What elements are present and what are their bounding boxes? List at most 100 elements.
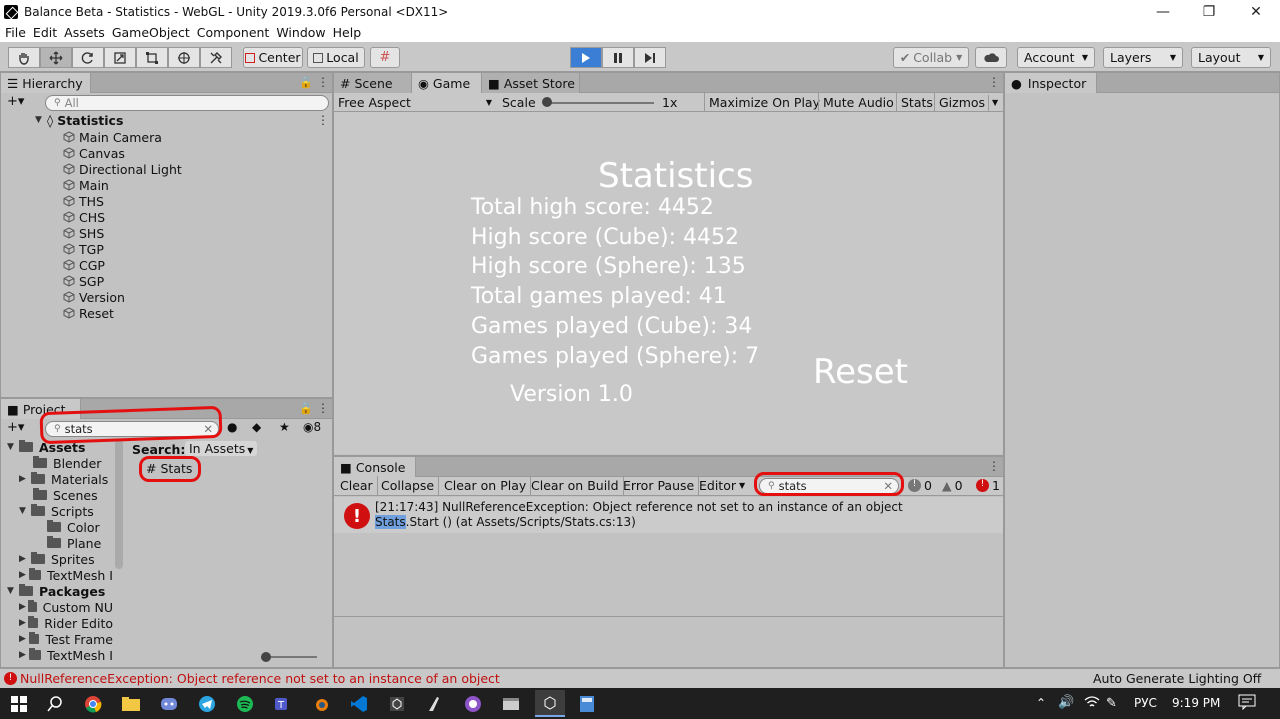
layout-dropdown[interactable]: Layout ▼: [1191, 47, 1271, 68]
hierarchy-item[interactable]: TGP: [63, 241, 104, 257]
hierarchy-item[interactable]: Main Camera: [63, 129, 162, 145]
maximize-on-play-toggle[interactable]: Maximize On Play: [704, 93, 824, 112]
warning-count-toggle[interactable]: ▲ 0: [942, 478, 963, 493]
wifi-icon[interactable]: [1084, 695, 1100, 709]
clock[interactable]: 9:19 PM: [1172, 696, 1220, 710]
lock-icon[interactable]: 🔒: [299, 402, 313, 415]
log-count-toggle[interactable]: ! 0: [908, 478, 932, 493]
notification-icon[interactable]: [1238, 694, 1256, 710]
hierarchy-item[interactable]: SHS: [63, 225, 104, 241]
gizmos-dropdown-icon[interactable]: ▼: [988, 95, 998, 112]
tab-game[interactable]: ◉ Game: [412, 73, 482, 93]
menu-edit[interactable]: Edit: [33, 25, 57, 40]
hierarchy-item[interactable]: Version: [63, 289, 125, 305]
scale-tool-icon[interactable]: [104, 47, 136, 68]
tree-scrollbar[interactable]: [115, 439, 123, 569]
reset-button[interactable]: Reset: [813, 352, 908, 392]
project-tree-item[interactable]: ▶ TextMesh I: [19, 647, 113, 663]
account-dropdown[interactable]: Account ▼: [1017, 47, 1095, 68]
chrome-icon[interactable]: [82, 693, 104, 715]
tab-inspector[interactable]: ● Inspector: [1005, 73, 1097, 93]
tab-scene[interactable]: # Scene: [334, 73, 412, 93]
hand-tool-icon[interactable]: [8, 47, 40, 68]
pause-button[interactable]: [602, 47, 634, 68]
hierarchy-item[interactable]: Main: [63, 177, 109, 193]
maximize-button[interactable]: ❐: [1186, 0, 1232, 23]
game-view[interactable]: Statistics Total high score: 4452 High sc…: [334, 112, 1003, 454]
pen-icon[interactable]: ✎: [1106, 696, 1117, 711]
console-clear-button[interactable]: Clear: [336, 476, 378, 495]
scene-root[interactable]: ▼ ◊ Statistics: [35, 112, 123, 128]
hierarchy-item[interactable]: Canvas: [63, 145, 125, 161]
custom-tool-icon[interactable]: [200, 47, 232, 68]
search-by-type-icon[interactable]: ●: [227, 420, 237, 434]
scene-more-icon[interactable]: ⋮: [317, 113, 329, 127]
pivot-center-button[interactable]: Center: [243, 47, 303, 68]
telegram-icon[interactable]: [196, 693, 218, 715]
project-tree-item[interactable]: ▶ Test Frame: [19, 631, 113, 647]
transform-tool-icon[interactable]: [168, 47, 200, 68]
menu-help[interactable]: Help: [333, 25, 362, 40]
create-button[interactable]: +▾: [7, 420, 24, 435]
collab-button[interactable]: ✔ Collab ▼: [893, 47, 969, 68]
obs-icon[interactable]: [462, 693, 484, 715]
menu-gameobject[interactable]: GameObject: [112, 25, 190, 40]
window-icon[interactable]: [500, 693, 522, 715]
tab-hierarchy[interactable]: ☰ Hierarchy: [1, 73, 91, 93]
move-tool-icon[interactable]: [40, 47, 72, 68]
step-button[interactable]: [634, 47, 666, 68]
aspect-dropdown[interactable]: Free Aspect ▼: [338, 95, 492, 110]
tab-asset-store[interactable]: ■ Asset Store: [482, 73, 580, 93]
more-menu-icon[interactable]: ⋮: [317, 75, 329, 89]
windows-start-icon[interactable]: [8, 693, 30, 715]
layers-dropdown[interactable]: Layers ▼: [1103, 47, 1183, 68]
project-tree-item[interactable]: Scenes: [33, 487, 113, 503]
error-count-toggle[interactable]: ! 1: [976, 478, 1000, 493]
favorite-star-icon[interactable]: ★: [279, 420, 290, 434]
search-result-stats[interactable]: # Stats: [146, 461, 192, 476]
project-tree-item[interactable]: Blender: [33, 455, 113, 471]
menu-window[interactable]: Window: [276, 25, 325, 40]
stats-toggle[interactable]: Stats: [896, 93, 937, 112]
console-search-input[interactable]: ⚲ stats ✕: [759, 478, 899, 494]
create-button[interactable]: +▾: [7, 94, 24, 109]
project-tree-item[interactable]: Color: [47, 519, 113, 535]
project-tree-item[interactable]: ▶ Sprites: [19, 551, 113, 567]
hierarchy-item[interactable]: THS: [63, 193, 104, 209]
hierarchy-item[interactable]: SGP: [63, 273, 104, 289]
rotate-tool-icon[interactable]: [72, 47, 104, 68]
project-tree-item[interactable]: ▼ Packages: [7, 583, 113, 599]
console-error-pause-button[interactable]: Error Pause: [619, 476, 700, 495]
console-clear-on-build-button[interactable]: Clear on Build: [527, 476, 624, 495]
calculator-icon[interactable]: [576, 693, 598, 715]
zoom-slider-handle[interactable]: [261, 652, 271, 662]
discord-icon[interactable]: [158, 693, 180, 715]
scale-slider-track[interactable]: [546, 102, 654, 104]
hidden-packages-toggle[interactable]: ◉8: [303, 420, 321, 434]
grid-snap-button[interactable]: #: [370, 47, 400, 68]
blender-icon[interactable]: [310, 693, 332, 715]
lighting-status[interactable]: Auto Generate Lighting Off: [1093, 671, 1261, 686]
vscode-icon[interactable]: [348, 693, 370, 715]
console-collapse-button[interactable]: Collapse: [377, 476, 440, 495]
lock-icon[interactable]: 🔒: [299, 76, 313, 89]
chevron-up-icon[interactable]: ⌃: [1036, 696, 1046, 710]
search-scope-dropdown[interactable]: In Assets ▼: [185, 441, 258, 456]
unity-hub-icon[interactable]: [386, 693, 408, 715]
hierarchy-item[interactable]: Reset: [63, 305, 114, 321]
scale-slider-handle[interactable]: [542, 97, 552, 107]
spotify-icon[interactable]: [234, 693, 256, 715]
menu-file[interactable]: File: [5, 25, 26, 40]
project-search-input[interactable]: ⚲ stats ✕: [45, 421, 219, 437]
mute-audio-toggle[interactable]: Mute Audio: [818, 93, 898, 112]
console-clear-on-play-button[interactable]: Clear on Play: [440, 476, 532, 495]
volume-icon[interactable]: 🔊: [1058, 695, 1074, 710]
more-menu-icon[interactable]: ⋮: [988, 459, 1000, 473]
menu-component[interactable]: Component: [197, 25, 270, 40]
language-indicator[interactable]: РУС: [1134, 696, 1157, 710]
more-menu-icon[interactable]: ⋮: [988, 75, 1000, 89]
project-tree-item[interactable]: ▼ Assets: [7, 439, 113, 455]
hierarchy-item[interactable]: Directional Light: [63, 161, 182, 177]
project-tree-item[interactable]: ▶ Rider Edito: [19, 615, 113, 631]
clear-search-icon[interactable]: ✕: [883, 479, 893, 493]
